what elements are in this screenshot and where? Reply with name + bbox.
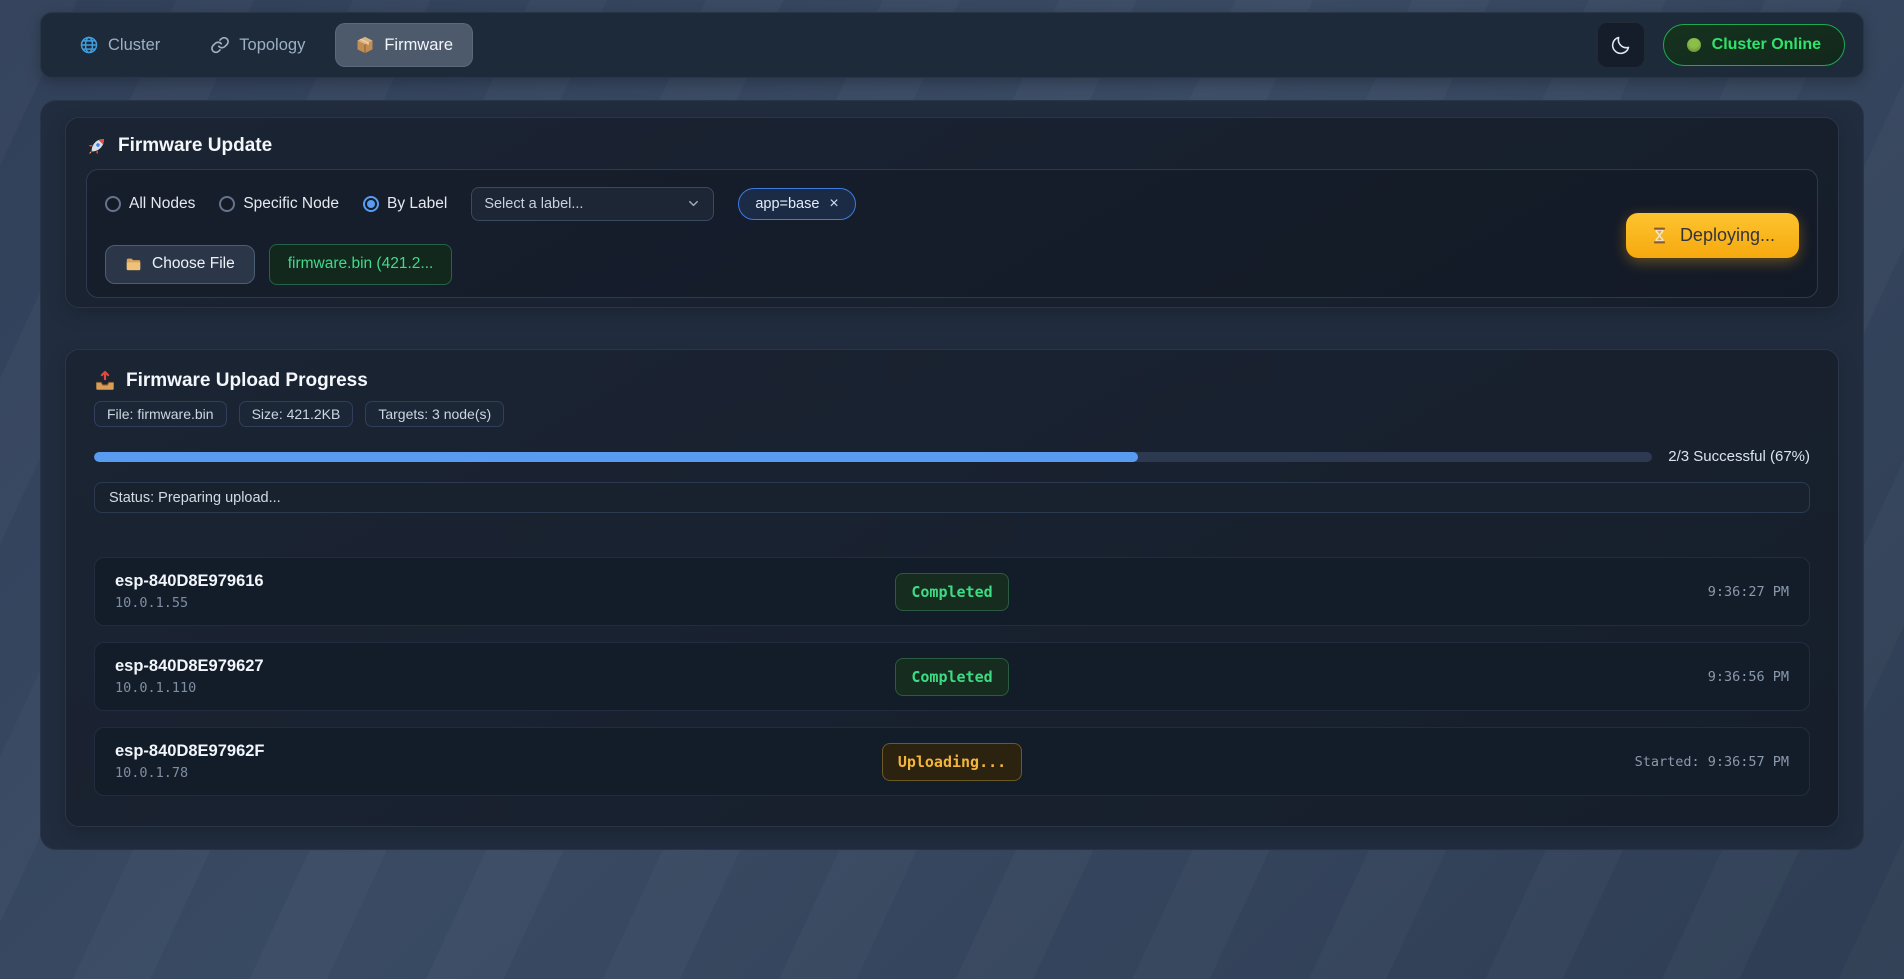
node-identity: esp-840D8E979627 10.0.1.110 — [115, 657, 852, 696]
page: Cluster Topology Firmware Cluster Online — [0, 0, 1904, 850]
nav-tabs: Cluster Topology Firmware — [59, 23, 473, 67]
progress-bar-fill — [94, 452, 1138, 462]
node-status-badge: Completed — [895, 573, 1008, 611]
radio-label: All Nodes — [129, 195, 195, 213]
radio-all-nodes[interactable]: All Nodes — [105, 195, 195, 213]
radio-circle-icon — [363, 196, 379, 212]
outbox-icon — [94, 370, 116, 392]
node-ip: 10.0.1.78 — [115, 765, 852, 781]
nav-right: Cluster Online — [1597, 22, 1845, 68]
choose-file-button[interactable]: Choose File — [105, 245, 255, 284]
tab-cluster[interactable]: Cluster — [59, 23, 180, 67]
node-ip: 10.0.1.55 — [115, 595, 852, 611]
node-timestamp: 9:36:56 PM — [1708, 669, 1789, 685]
upload-progress-card: Firmware Upload Progress File: firmware.… — [65, 349, 1839, 827]
top-navbar: Cluster Topology Firmware Cluster Online — [40, 12, 1864, 78]
tab-label: Firmware — [384, 36, 453, 55]
radio-label: By Label — [387, 195, 447, 213]
file-row: Choose File firmware.bin (421.2... — [105, 244, 1626, 285]
upload-progress-title: Firmware Upload Progress — [94, 370, 1810, 392]
selected-file-chip: firmware.bin (421.2... — [269, 244, 453, 285]
node-identity: esp-840D8E97962F 10.0.1.78 — [115, 742, 852, 781]
node-timestamp: Started: 9:36:57 PM — [1635, 754, 1789, 770]
cluster-status-pill: Cluster Online — [1663, 24, 1845, 66]
meta-chip: Targets: 3 node(s) — [365, 401, 504, 427]
rocket-icon — [86, 135, 108, 157]
tab-label: Cluster — [108, 36, 160, 55]
folder-icon — [125, 256, 142, 273]
node-list: esp-840D8E979616 10.0.1.55 Completed 9:36:2… — [94, 557, 1810, 796]
node-name: esp-840D8E979627 — [115, 657, 852, 676]
deploy-form: All Nodes Specific Node By Label Select a … — [86, 169, 1818, 298]
radio-specific-node[interactable]: Specific Node — [219, 195, 339, 213]
upload-progress-title-text: Firmware Upload Progress — [126, 370, 368, 392]
node-identity: esp-840D8E979616 10.0.1.55 — [115, 572, 852, 611]
firmware-update-title: Firmware Update — [86, 135, 1818, 157]
chevron-down-icon — [686, 196, 701, 211]
deploy-form-left: All Nodes Specific Node By Label Select a … — [105, 187, 1626, 285]
node-name: esp-840D8E979616 — [115, 572, 852, 591]
upload-meta-row: File: firmware.bin Size: 421.2KB Targets: … — [94, 401, 1810, 427]
label-chip-app-base: app=base × — [738, 188, 855, 220]
hourglass-icon — [1650, 226, 1669, 245]
package-icon — [355, 35, 375, 55]
cluster-status-label: Cluster Online — [1712, 36, 1821, 54]
target-mode-radios: All Nodes Specific Node By Label Select a … — [105, 187, 1626, 221]
node-ip: 10.0.1.110 — [115, 680, 852, 696]
firmware-update-card: Firmware Update All Nodes Specific Node By… — [65, 117, 1839, 308]
moon-icon — [1610, 34, 1632, 56]
deploy-button-label: Deploying... — [1680, 225, 1775, 246]
node-row: esp-840D8E97962F 10.0.1.78 Uploading... Sta… — [94, 727, 1810, 796]
meta-chip: File: firmware.bin — [94, 401, 227, 427]
progress-label: 2/3 Successful (67%) — [1668, 448, 1810, 465]
status-text: Status: Preparing upload... — [109, 490, 281, 506]
online-dot-icon — [1687, 38, 1701, 52]
node-name: esp-840D8E97962F — [115, 742, 852, 761]
radio-circle-icon — [219, 196, 235, 212]
progress-bar-track — [94, 452, 1652, 462]
choose-file-label: Choose File — [152, 255, 235, 273]
node-status-badge: Completed — [895, 658, 1008, 696]
label-select[interactable]: Select a label... — [471, 187, 714, 221]
status-box: Status: Preparing upload... — [94, 482, 1810, 513]
node-row: esp-840D8E979627 10.0.1.110 Completed 9:36:… — [94, 642, 1810, 711]
globe-icon — [79, 35, 99, 55]
radio-by-label[interactable]: By Label — [363, 195, 447, 213]
link-icon — [210, 35, 230, 55]
main-container: Firmware Update All Nodes Specific Node By… — [40, 100, 1864, 850]
label-chip-text: app=base — [755, 196, 819, 212]
theme-toggle-button[interactable] — [1597, 22, 1645, 68]
node-row: esp-840D8E979616 10.0.1.55 Completed 9:36:2… — [94, 557, 1810, 626]
node-timestamp: 9:36:27 PM — [1708, 584, 1789, 600]
node-status-badge: Uploading... — [882, 743, 1022, 781]
meta-chip: Size: 421.2KB — [239, 401, 354, 427]
firmware-update-title-text: Firmware Update — [118, 135, 272, 157]
radio-circle-icon — [105, 196, 121, 212]
remove-label-icon[interactable]: × — [829, 196, 838, 212]
label-select-value: Select a label... — [484, 196, 583, 212]
selected-file-name: firmware.bin (421.2... — [288, 255, 434, 273]
progress-row: 2/3 Successful (67%) — [94, 448, 1810, 465]
tab-topology[interactable]: Topology — [190, 23, 325, 67]
deploy-button[interactable]: Deploying... — [1626, 213, 1799, 258]
tab-firmware[interactable]: Firmware — [335, 23, 473, 67]
radio-label: Specific Node — [243, 195, 339, 213]
tab-label: Topology — [239, 36, 305, 55]
